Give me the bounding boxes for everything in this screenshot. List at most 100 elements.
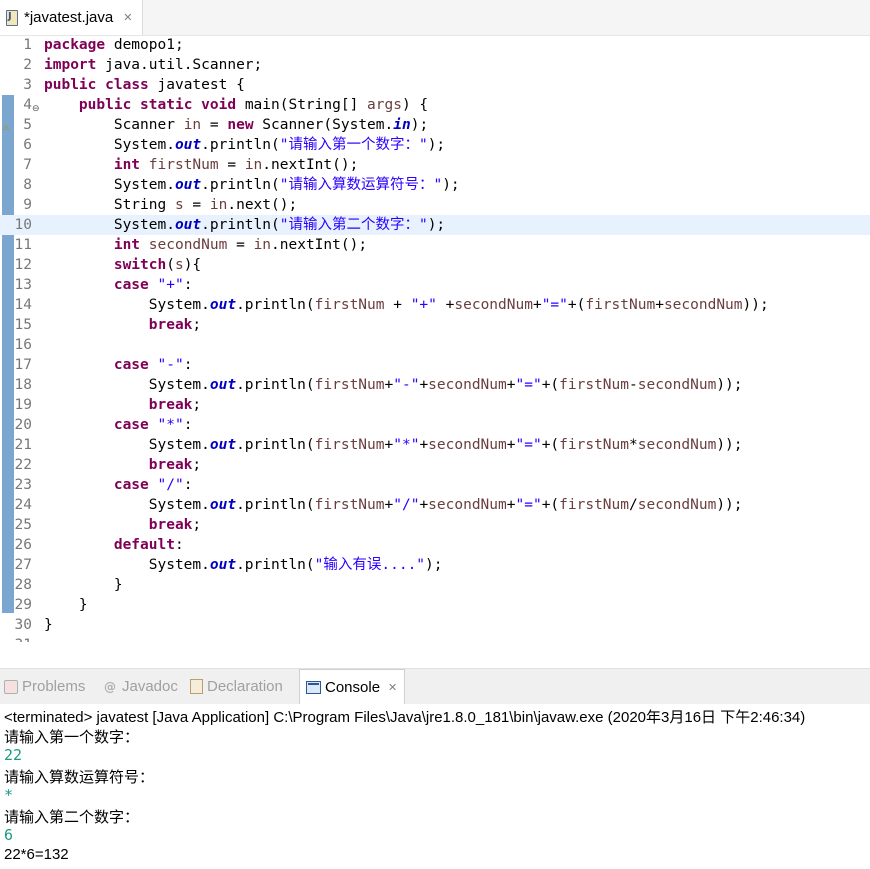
code-text: case "+": bbox=[113, 277, 193, 293]
console-input-line: 22 bbox=[4, 746, 23, 764]
line-number: 18 bbox=[14, 377, 32, 393]
tab-console[interactable]: Console ✕ bbox=[299, 669, 405, 704]
code-text: System.out.println(firstNum+"/"+secondNu… bbox=[44, 497, 743, 513]
line-number: 17 bbox=[14, 357, 32, 373]
line-number: 27 bbox=[14, 557, 32, 573]
tab-console-label: Console bbox=[325, 678, 381, 696]
tab-declaration[interactable]: Declaration bbox=[190, 669, 283, 704]
code-text: public static void main(String[] args) { bbox=[78, 97, 429, 113]
console-output-line: 请输入算数运算符号： bbox=[4, 769, 155, 786]
line-number: 26 bbox=[14, 537, 32, 553]
code-line[interactable]: 16 bbox=[0, 335, 870, 355]
code-text: switch(s){ bbox=[113, 257, 202, 273]
code-line[interactable]: 1 package demopo1; bbox=[0, 35, 870, 55]
line-number: 22 bbox=[14, 457, 32, 473]
code-line[interactable]: 8 System.out.println("请输入算数运算符号："); bbox=[0, 175, 870, 195]
code-text: case "-": bbox=[113, 357, 193, 373]
code-text: System.out.println("输入有误...."); bbox=[44, 557, 443, 573]
code-line[interactable]: 14 System.out.println(firstNum + "+" +se… bbox=[0, 295, 870, 315]
code-editor[interactable]: 1 package demopo1; 2 import java.util.Scann… bbox=[0, 35, 870, 642]
tab-javadoc[interactable]: @ Javadoc bbox=[104, 669, 178, 704]
tab-javadoc-label: Javadoc bbox=[122, 678, 178, 695]
code-text: break; bbox=[148, 397, 202, 413]
warning-icon[interactable]: ⚠ bbox=[3, 118, 13, 133]
line-number: 4 bbox=[23, 97, 32, 113]
code-line[interactable]: 15 break; bbox=[0, 315, 870, 335]
code-line[interactable]: 20 case "*": bbox=[0, 415, 870, 435]
code-line[interactable]: 9 String s = in.next(); bbox=[0, 195, 870, 215]
code-text: default: bbox=[113, 537, 184, 553]
code-line[interactable]: 6 System.out.println("请输入第一个数字："); bbox=[0, 135, 870, 155]
code-text: public class javatest { bbox=[44, 77, 245, 93]
code-line[interactable]: 22 break; bbox=[0, 455, 870, 475]
console-output[interactable]: <terminated> javatest [Java Application]… bbox=[0, 704, 870, 869]
line-number: 24 bbox=[14, 497, 32, 513]
console-header: <terminated> javatest [Java Application]… bbox=[4, 709, 806, 726]
code-line[interactable]: 17 case "-": bbox=[0, 355, 870, 375]
console-output-line: 22*6=132 bbox=[4, 846, 69, 863]
line-number: 30 bbox=[14, 617, 32, 633]
close-icon[interactable]: ✕ bbox=[123, 11, 132, 24]
code-line[interactable]: 31 bbox=[0, 635, 870, 642]
line-number: 15 bbox=[14, 317, 32, 333]
code-line[interactable]: 19 break; bbox=[0, 395, 870, 415]
code-text: } bbox=[44, 617, 53, 633]
line-number: 1 bbox=[23, 37, 32, 53]
java-file-icon: J bbox=[4, 9, 18, 26]
editor-tab-javatest[interactable]: J *javatest.java ✕ bbox=[0, 0, 143, 35]
code-line[interactable]: 21 System.out.println(firstNum+"*"+secon… bbox=[0, 435, 870, 455]
code-text: System.out.println("请输入第一个数字："); bbox=[44, 137, 446, 153]
code-line[interactable]: 27 System.out.println("输入有误...."); bbox=[0, 555, 870, 575]
code-line[interactable]: 26 default: bbox=[0, 535, 870, 555]
line-number: 31 bbox=[0, 635, 32, 642]
code-text: System.out.println(firstNum+"*"+secondNu… bbox=[44, 437, 743, 453]
code-text: break; bbox=[148, 457, 202, 473]
code-line[interactable]: 30} bbox=[0, 615, 870, 635]
code-text: System.out.println("请输入第二个数字："); bbox=[44, 217, 446, 233]
code-text: case "*": bbox=[113, 417, 193, 433]
code-line[interactable]: 25 break; bbox=[0, 515, 870, 535]
problems-icon bbox=[4, 679, 18, 694]
code-text: Scanner in = new Scanner(System.in); bbox=[44, 117, 429, 133]
line-number: 14 bbox=[14, 297, 32, 313]
tab-declaration-label: Declaration bbox=[207, 678, 283, 695]
close-icon[interactable]: ✕ bbox=[388, 681, 397, 694]
code-line[interactable]: 18 System.out.println(firstNum+"-"+secon… bbox=[0, 375, 870, 395]
code-text: break; bbox=[148, 517, 202, 533]
code-line[interactable]: 12 switch(s){ bbox=[0, 255, 870, 275]
code-line[interactable]: 4 ⊖ public static void main(String[] args… bbox=[0, 95, 870, 115]
code-text: String s = in.next(); bbox=[44, 197, 298, 213]
code-line[interactable]: 10 System.out.println("请输入第二个数字："); bbox=[0, 215, 870, 235]
code-line[interactable]: 24 System.out.println(firstNum+"/"+secon… bbox=[0, 495, 870, 515]
tab-problems[interactable]: Problems bbox=[4, 669, 85, 704]
editor-tab-title: *javatest.java bbox=[24, 9, 114, 26]
code-text: import java.util.Scanner; bbox=[44, 57, 263, 73]
code-text: } bbox=[44, 577, 123, 593]
line-number: 10 bbox=[0, 215, 32, 235]
console-output-line: 请输入第二个数字： bbox=[4, 809, 140, 826]
line-number: 3 bbox=[23, 77, 32, 93]
code-text: int secondNum = in.nextInt(); bbox=[113, 237, 368, 253]
line-number: 29 bbox=[14, 597, 32, 613]
line-number: 25 bbox=[14, 517, 32, 533]
code-text: case "/": bbox=[113, 477, 193, 493]
code-line[interactable]: 28 } bbox=[0, 575, 870, 595]
line-number: 8 bbox=[23, 177, 32, 193]
line-number: 16 bbox=[14, 337, 32, 353]
code-line[interactable]: 2 import java.util.Scanner; bbox=[0, 55, 870, 75]
javadoc-icon: @ bbox=[104, 679, 116, 694]
code-line[interactable]: 7 int firstNum = in.nextInt(); bbox=[0, 155, 870, 175]
view-tab-bar: Problems @ Javadoc Declaration Console ✕ bbox=[0, 668, 870, 706]
declaration-icon bbox=[190, 679, 203, 694]
code-line[interactable]: 23 case "/": bbox=[0, 475, 870, 495]
code-line[interactable]: 13 case "+": bbox=[0, 275, 870, 295]
code-text: } bbox=[44, 597, 88, 613]
line-number: 20 bbox=[14, 417, 32, 433]
code-line[interactable]: 29 } bbox=[0, 595, 870, 615]
code-line[interactable]: 5 ⚠ Scanner in = new Scanner(System.in); bbox=[0, 115, 870, 135]
code-line[interactable]: 3 public class javatest { bbox=[0, 75, 870, 95]
code-text: System.out.println("请输入算数运算符号："); bbox=[44, 177, 460, 193]
line-number: 6 bbox=[23, 137, 32, 153]
code-line[interactable]: 11 int secondNum = in.nextInt(); bbox=[0, 235, 870, 255]
code-text: System.out.println(firstNum+"-"+secondNu… bbox=[44, 377, 743, 393]
